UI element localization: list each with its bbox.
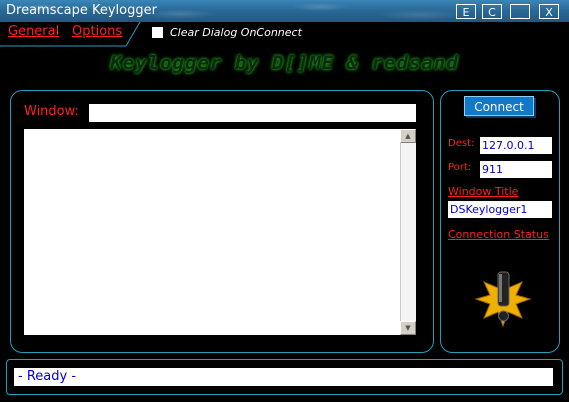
- dest-label: Dest:: [448, 138, 475, 149]
- window-title: Dreamscape Keylogger: [6, 3, 157, 18]
- window-label: Window:: [24, 104, 79, 119]
- minimize-button[interactable]: _: [510, 4, 530, 19]
- connect-button[interactable]: Connect: [464, 96, 534, 116]
- scroll-down-button[interactable]: ▼: [400, 321, 416, 335]
- window-field[interactable]: [89, 104, 416, 122]
- dest-field[interactable]: 127.0.0.1: [480, 137, 552, 154]
- window-title-link[interactable]: Window Title: [448, 185, 518, 198]
- log-scrollbar[interactable]: ▲ ▼: [400, 129, 416, 335]
- keystroke-log[interactable]: [24, 129, 400, 335]
- status-text: - Ready -: [14, 368, 553, 386]
- e-button[interactable]: E: [456, 4, 476, 19]
- scroll-thumb[interactable]: [400, 143, 416, 321]
- tab-options[interactable]: Options: [72, 24, 122, 39]
- exclamation-starburst-icon: [474, 271, 532, 328]
- close-button[interactable]: X: [539, 4, 559, 19]
- clear-dialog-label: Clear Dialog OnConnect: [170, 26, 302, 39]
- connection-status-link[interactable]: Connection Status: [448, 228, 549, 241]
- port-label: Port:: [448, 162, 472, 173]
- window-title-field[interactable]: DSKeylogger1: [448, 201, 552, 218]
- port-field[interactable]: 911: [480, 161, 552, 178]
- c-button[interactable]: C: [482, 4, 502, 19]
- app-banner: Keylogger by D[]ME & redsand: [110, 52, 459, 74]
- scroll-up-button[interactable]: ▲: [400, 129, 416, 143]
- tab-general[interactable]: General: [8, 24, 59, 39]
- clear-dialog-checkbox[interactable]: [152, 27, 163, 38]
